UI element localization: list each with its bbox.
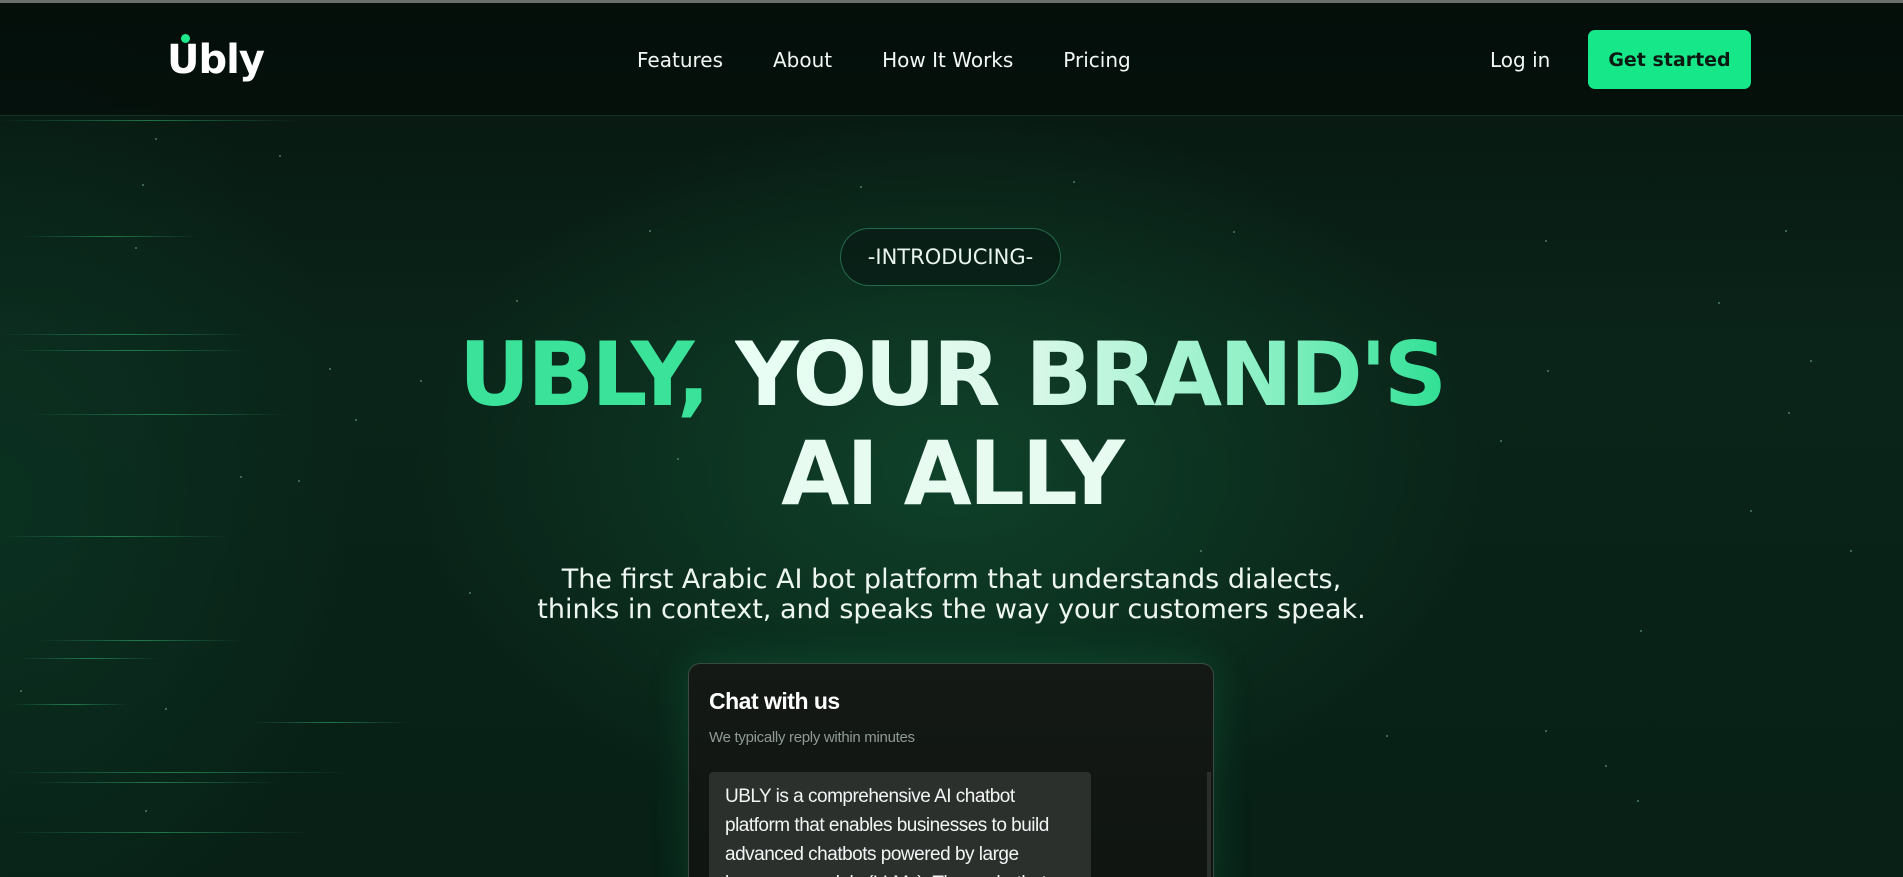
star-dot: [516, 300, 518, 302]
star-dot: [240, 476, 242, 478]
star-dot: [1750, 510, 1752, 512]
star-dot: [165, 708, 167, 710]
star-dot: [1200, 550, 1202, 552]
light-streak: [0, 536, 230, 537]
star-dot: [1545, 730, 1547, 732]
login-link[interactable]: Log in: [1490, 48, 1550, 72]
main-nav: Features About How It Works Pricing: [637, 48, 1131, 72]
chat-message-bubble: UBLY is a comprehensive AI chatbot platf…: [709, 772, 1091, 877]
light-streak: [10, 704, 130, 705]
star-dot: [1605, 765, 1607, 767]
headline-your-brands: YOUR BRAND'S: [734, 323, 1447, 426]
light-streak: [20, 236, 200, 237]
star-dot: [1640, 630, 1642, 632]
chat-widget: Chat with us We typically reply within m…: [688, 663, 1214, 877]
nav-item-how-it-works[interactable]: How It Works: [882, 48, 1013, 72]
star-dot: [649, 230, 651, 232]
light-streak: [30, 414, 290, 415]
star-dot: [1718, 302, 1720, 304]
hero-subtitle-line1: The first Arabic AI bot platform that un…: [561, 564, 1342, 595]
headline-brand: UBLY,: [458, 323, 710, 426]
light-streak: [10, 350, 250, 351]
light-streak: [0, 772, 350, 773]
nav-item-about[interactable]: About: [773, 48, 832, 72]
hero-headline-line1: UBLY, YOUR BRAND'S: [400, 326, 1503, 424]
chat-title: Chat with us: [709, 688, 840, 714]
nav-item-features[interactable]: Features: [637, 48, 723, 72]
headline-ai-ally: AI ALLY: [781, 422, 1125, 525]
logo-dot-icon: [181, 34, 190, 43]
site-header: Ubly Features About How It Works Pricing…: [0, 3, 1903, 116]
star-dot: [135, 247, 137, 249]
hero-headline-line2: AI ALLY: [400, 425, 1503, 523]
star-dot: [142, 184, 144, 186]
star-dot: [860, 186, 862, 188]
star-dot: [1785, 230, 1787, 232]
star-dot: [20, 690, 22, 692]
star-dot: [469, 592, 471, 594]
star-dot: [298, 480, 300, 482]
star-dot: [329, 368, 331, 370]
introducing-badge: -INTRODUCING-: [840, 228, 1061, 286]
star-dot: [1788, 412, 1790, 414]
get-started-button[interactable]: Get started: [1588, 30, 1751, 89]
chat-scrollbar[interactable]: [1207, 772, 1211, 877]
brand-logo[interactable]: Ubly: [167, 34, 265, 83]
light-streak: [0, 334, 250, 335]
light-streak: [250, 722, 410, 723]
logo-text: Ubly: [167, 37, 265, 83]
light-streak: [20, 658, 160, 659]
star-dot: [355, 419, 357, 421]
light-streak: [30, 782, 280, 783]
star-dot: [1637, 800, 1639, 802]
star-dot: [155, 138, 157, 140]
star-dot: [1386, 735, 1388, 737]
chat-subtitle: We typically reply within minutes: [709, 729, 915, 746]
star-dot: [1545, 240, 1547, 242]
star-dot: [1233, 231, 1235, 233]
light-streak: [0, 120, 300, 121]
light-streak: [40, 640, 240, 641]
star-dot: [1073, 181, 1075, 183]
star-dot: [279, 155, 281, 157]
light-streak: [10, 832, 310, 833]
star-dot: [1810, 360, 1812, 362]
star-dot: [1547, 370, 1549, 372]
hero-subtitle-line2: thinks in context, and speaks the way yo…: [537, 594, 1366, 625]
nav-item-pricing[interactable]: Pricing: [1063, 48, 1130, 72]
star-dot: [1850, 550, 1852, 552]
star-dot: [145, 810, 147, 812]
